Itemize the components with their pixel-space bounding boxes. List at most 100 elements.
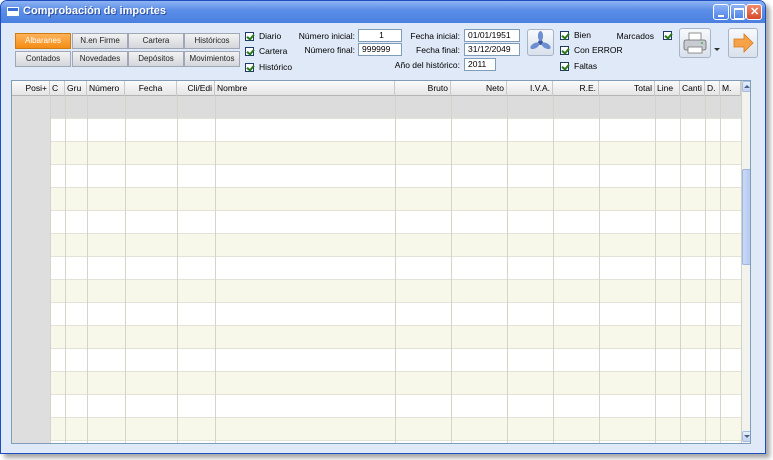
process-button[interactable] [527,29,554,56]
row-selector-column[interactable] [12,96,50,443]
client-area: Albaranes N.en Firme Cartera Históricos … [4,23,762,451]
column-divider [720,96,721,443]
check-icon [560,45,569,55]
col-header[interactable]: Canti [680,81,705,96]
col-header[interactable]: C [50,81,65,96]
column-divider [553,96,554,443]
nav-historicos[interactable]: Históricos [184,33,240,49]
column-divider [655,96,656,443]
column-divider [65,96,66,443]
column-divider [50,96,51,443]
window-title: Comprobación de importes [23,5,167,17]
col-header[interactable]: Número [87,81,125,96]
app-window: Comprobación de importes Albaranes N.en … [0,0,766,454]
historico-checkbox[interactable]: Histórico [245,61,292,73]
importes-table[interactable]: Posi+ C Gru Número Fecha Cli/Edi Nombre … [11,80,751,444]
diario-label: Diario [259,31,282,41]
table-row[interactable] [12,96,741,119]
cartera-checkbox[interactable]: Cartera [245,45,287,57]
con-error-label: Con ERROR [574,45,623,55]
col-header[interactable]: Nombre [215,81,395,96]
exit-arrow-icon [733,33,754,53]
table-row[interactable] [12,142,741,165]
column-divider [215,96,216,443]
nav-contados[interactable]: Contados [15,51,71,67]
check-icon [560,30,569,40]
table-row[interactable] [12,119,741,142]
faltas-label: Faltas [574,61,598,71]
fecha-final-input[interactable]: 31/12/2049 [464,43,520,56]
check-icon [560,61,569,71]
column-divider [705,96,706,443]
nav-en-firme[interactable]: N.en Firme [72,33,128,49]
table-row[interactable] [12,303,741,326]
window-icon [7,7,19,16]
maximize-button[interactable] [730,4,746,20]
cartera-label: Cartera [259,46,288,56]
minimize-button[interactable] [713,4,729,20]
column-divider [680,96,681,443]
con-error-checkbox[interactable]: Con ERROR [560,44,623,56]
nav-movimientos[interactable]: Movimientos [184,51,240,67]
column-divider [177,96,178,443]
fecha-inicial-input[interactable]: 01/01/1951 [464,29,520,42]
table-row[interactable] [12,280,741,303]
scroll-up-icon[interactable] [742,81,750,92]
marcados-checkbox[interactable] [663,29,677,41]
nav-albaranes[interactable]: Albaranes [15,33,71,49]
table-row[interactable] [12,188,741,211]
table-row[interactable] [12,211,741,234]
exit-button[interactable] [728,28,758,58]
table-row[interactable] [12,418,741,441]
fecha-inicial-label: Fecha inicial: [410,31,460,41]
check-icon [245,46,254,56]
col-header[interactable]: Neto [451,81,507,96]
check-icon [663,30,672,40]
column-divider [395,96,396,443]
col-header[interactable]: M. [720,81,741,96]
table-row[interactable] [12,326,741,349]
col-header[interactable]: D. [705,81,720,96]
table-row[interactable] [12,257,741,280]
col-header[interactable]: Gru [65,81,87,96]
faltas-checkbox[interactable]: Faltas [560,60,597,72]
table-row[interactable] [12,234,741,257]
check-icon [245,31,254,41]
col-header[interactable]: Total [599,81,655,96]
col-header[interactable]: Bruto [395,81,451,96]
scroll-thumb[interactable] [742,169,750,265]
col-header[interactable]: Line [655,81,680,96]
column-divider [451,96,452,443]
check-icon [245,62,254,72]
print-button[interactable] [679,28,711,58]
bien-checkbox[interactable]: Bien [560,29,591,41]
nav-novedades[interactable]: Novedades [72,51,128,67]
col-header[interactable]: Cli/Edi [177,81,215,96]
numero-final-label: Número final: [304,45,355,55]
col-header[interactable]: Posi+ [12,81,50,96]
column-divider [125,96,126,443]
scroll-down-icon[interactable] [742,431,750,442]
bien-label: Bien [574,30,592,40]
col-header[interactable]: Fecha [125,81,177,96]
column-divider [599,96,600,443]
table-row[interactable] [12,349,741,372]
anio-historico-label: Año del histórico: [394,60,460,70]
nav-depositos[interactable]: Depósitos [128,51,184,67]
marcados-label: Marcados [616,31,654,41]
table-row[interactable] [12,165,741,188]
column-divider [507,96,508,443]
anio-historico-input[interactable]: 2011 [464,58,496,71]
title-bar[interactable]: Comprobación de importes [1,1,765,23]
close-button[interactable] [746,4,762,20]
fecha-final-label: Fecha final: [416,45,460,55]
historico-label: Histórico [259,62,293,72]
table-row[interactable] [12,372,741,395]
print-options-chevron-down-icon[interactable] [712,36,721,63]
col-header[interactable]: R.E. [553,81,599,96]
nav-cartera[interactable]: Cartera [128,33,184,49]
vertical-scrollbar[interactable] [741,81,750,443]
diario-checkbox[interactable]: Diario [245,30,281,42]
col-header[interactable]: I.V.A. [507,81,553,96]
table-row[interactable] [12,395,741,418]
